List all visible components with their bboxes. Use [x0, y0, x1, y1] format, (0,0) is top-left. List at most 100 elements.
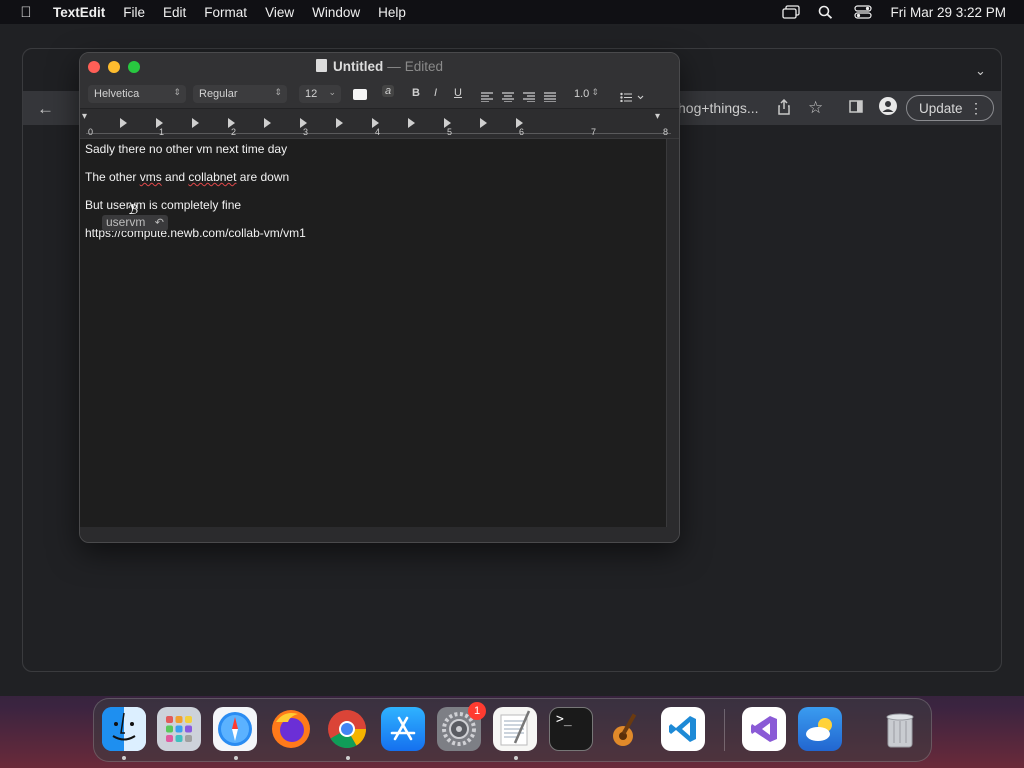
font-family-select[interactable]: Helvetica ⇕ [88, 85, 186, 103]
textedit-window: Untitled — Edited Helvetica ⇕ Regular ⇕ 12 ⌄ … [79, 52, 680, 543]
ruler-number: 8 [663, 127, 669, 137]
ruler-number: 5 [447, 127, 453, 137]
align-center-icon[interactable] [502, 89, 514, 107]
textedit-icon[interactable] [493, 707, 537, 751]
ruler-number: 0 [88, 127, 94, 137]
right-margin-marker-icon[interactable]: ▾ [655, 111, 660, 122]
ruler-number: 7 [591, 127, 597, 137]
notification-badge: 1 [468, 702, 486, 720]
app-store-icon[interactable] [381, 707, 425, 751]
share-icon[interactable] [777, 98, 791, 119]
launchpad-icon[interactable] [157, 707, 201, 751]
screen-mirroring-icon[interactable] [782, 5, 801, 19]
text-line-3[interactable]: But uservm is completely fine [85, 198, 241, 212]
line-spacing-value: 1.0 [574, 88, 590, 100]
ruler-number: 4 [375, 127, 381, 137]
misspelled-word[interactable]: collabnet [188, 170, 236, 184]
ruler-number: 2 [231, 127, 237, 137]
tab-search-chevron-icon[interactable]: ⌄ [975, 63, 986, 79]
menu-bar:  TextEdit File Edit Format View Window … [0, 0, 1024, 24]
visual-studio-icon[interactable] [742, 707, 786, 751]
italic-button[interactable]: I [434, 87, 437, 99]
window-bottom-edge [80, 527, 679, 542]
terminal-prompt-glyph: >_ [556, 712, 572, 727]
document-status: Edited [404, 59, 444, 74]
browser-update-button[interactable]: Update ⋮ [906, 95, 994, 121]
side-panel-icon[interactable] [849, 100, 863, 117]
menu-format[interactable]: Format [204, 5, 247, 20]
text-editor-area[interactable]: Sadly there no other vm next time day Th… [80, 139, 666, 527]
tab-stop-icon[interactable] [264, 118, 271, 128]
bookmark-star-icon[interactable]: ☆ [808, 98, 823, 118]
format-toolbar: Helvetica ⇕ Regular ⇕ 12 ⌄ a B I U 1.0 ⇕ [80, 81, 679, 109]
tab-stop-icon[interactable] [192, 118, 199, 128]
align-right-icon[interactable] [523, 89, 535, 107]
align-justify-icon[interactable] [544, 89, 556, 107]
font-style-select[interactable]: Regular ⇕ [193, 85, 287, 103]
browser-menu-kebab-icon[interactable]: ⋮ [969, 100, 983, 117]
text-ruler[interactable]: ▾ ▾ 0 1 2 3 4 5 6 7 8 [80, 109, 679, 139]
menu-bar-clock[interactable]: Fri Mar 29 3:22 PM [890, 5, 1006, 20]
running-indicator [122, 756, 126, 760]
font-family-value: Helvetica [94, 88, 140, 100]
undo-autocorrect-icon[interactable]: ↶ [155, 217, 164, 229]
back-arrow-icon[interactable]: ← [37, 99, 54, 119]
updown-chevron-icon: ⇕ [591, 87, 599, 97]
font-size-combo[interactable]: 12 ⌄ [299, 85, 341, 103]
document-icon [315, 59, 327, 72]
tab-stop-icon[interactable] [336, 118, 343, 128]
finder-icon[interactable] [102, 707, 146, 751]
dock-separator [724, 709, 725, 751]
list-bullets-icon[interactable] [620, 89, 644, 107]
system-settings-icon[interactable]: 1 [437, 702, 486, 751]
font-size-value: 12 [305, 88, 318, 100]
text-line-2[interactable]: The other vms and collabnet are down [85, 170, 289, 184]
first-line-indent-marker-icon[interactable]: ▾ [82, 111, 87, 122]
weather-icon[interactable] [798, 707, 842, 751]
autocorrect-suggestion-text: uservm [106, 215, 146, 229]
tab-stop-icon[interactable] [120, 118, 127, 128]
update-button-label: Update [919, 100, 963, 116]
menu-file[interactable]: File [123, 5, 145, 20]
menu-edit[interactable]: Edit [163, 5, 186, 20]
vscode-icon[interactable] [661, 707, 705, 751]
updown-chevron-icon: ⇕ [173, 87, 181, 97]
address-bar-text[interactable]: hog+things... [678, 100, 759, 116]
terminal-icon[interactable]: >_ [549, 707, 593, 751]
document-title: Untitled [332, 59, 384, 74]
menu-app-name[interactable]: TextEdit [53, 5, 105, 20]
spotlight-search-icon[interactable] [818, 5, 836, 19]
font-style-value: Regular [199, 88, 238, 100]
bold-button[interactable]: B [412, 87, 420, 99]
firefox-icon[interactable] [269, 707, 313, 751]
text-color-well[interactable] [353, 89, 367, 100]
chrome-icon[interactable] [325, 707, 369, 751]
ruler-number: 3 [303, 127, 309, 137]
menu-window[interactable]: Window [312, 5, 360, 20]
tab-stop-icon[interactable] [480, 118, 487, 128]
running-indicator [514, 756, 518, 760]
control-center-icon[interactable] [854, 5, 873, 19]
highlight-color-icon[interactable]: a [382, 85, 395, 97]
updown-chevron-icon: ⇕ [274, 87, 282, 97]
profile-avatar-icon[interactable] [879, 97, 897, 119]
trash-icon[interactable] [878, 707, 922, 751]
apple-menu-icon[interactable]:  [18, 4, 34, 21]
align-left-icon[interactable] [481, 89, 493, 107]
menu-view[interactable]: View [265, 5, 294, 20]
dock: 1 >_ [93, 698, 932, 762]
garageband-icon[interactable] [605, 707, 649, 751]
title-separator: — [387, 59, 401, 74]
text-segment: are down [236, 170, 290, 184]
tab-stop-icon[interactable] [408, 118, 415, 128]
window-title: Untitled — Edited [80, 59, 679, 74]
menu-help[interactable]: Help [378, 5, 406, 20]
ruler-number: 6 [519, 127, 525, 137]
misspelled-word[interactable]: vms [140, 170, 162, 184]
line-spacing-select[interactable]: 1.0 ⇕ [568, 85, 604, 103]
vertical-scrollbar[interactable] [666, 139, 679, 527]
safari-icon[interactable] [213, 707, 257, 751]
text-line-1[interactable]: Sadly there no other vm next time day [85, 142, 287, 156]
running-indicator [346, 756, 350, 760]
underline-button[interactable]: U [454, 87, 462, 99]
